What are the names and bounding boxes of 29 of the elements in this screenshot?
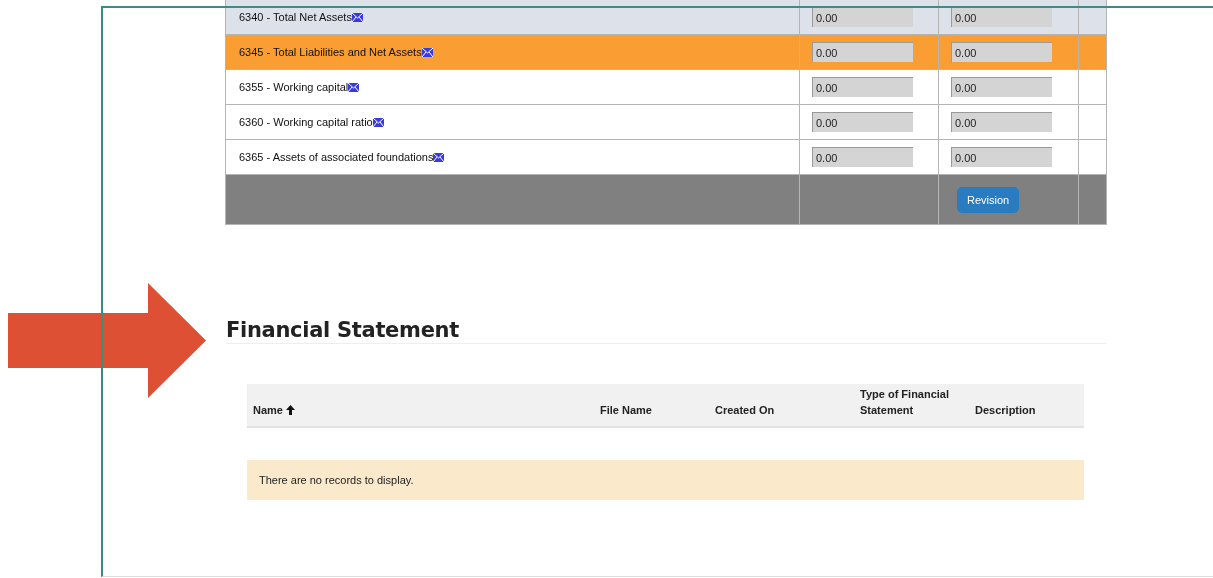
amount-field[interactable]: 0.00 bbox=[812, 77, 913, 97]
envelope-icon[interactable] bbox=[421, 48, 433, 57]
amount-field[interactable]: 0.00 bbox=[951, 147, 1052, 167]
envelope-icon[interactable] bbox=[372, 118, 384, 127]
account-label: 6340 - Total Net Assets bbox=[239, 11, 352, 23]
column-header[interactable]: File Name bbox=[594, 402, 709, 418]
amount-field[interactable]: 0.00 bbox=[812, 42, 913, 62]
amount-field[interactable]: 0.00 bbox=[951, 42, 1052, 62]
revision-button[interactable]: Revision bbox=[957, 186, 1020, 213]
empty-message: There are no records to display. bbox=[259, 474, 414, 486]
column-header[interactable]: Name bbox=[247, 402, 594, 418]
amount-field[interactable]: 0.00 bbox=[812, 7, 913, 27]
amount-field[interactable]: 0.00 bbox=[812, 112, 913, 132]
account-label: 6355 - Working capital bbox=[239, 81, 349, 93]
column-header[interactable]: Description bbox=[969, 402, 1084, 418]
amount-field[interactable]: 0.00 bbox=[812, 147, 913, 167]
section-heading: Financial Statement bbox=[226, 318, 1106, 344]
account-label: 6345 - Total Liabilities and Net Assets bbox=[239, 46, 422, 58]
envelope-icon[interactable] bbox=[348, 83, 360, 92]
column-header[interactable]: Created On bbox=[709, 402, 854, 418]
amount-field[interactable]: 0.00 bbox=[951, 77, 1052, 97]
amount-field[interactable]: 0.00 bbox=[951, 112, 1052, 132]
up-arrow-icon bbox=[286, 405, 296, 415]
envelope-icon[interactable] bbox=[351, 13, 363, 22]
amount-field[interactable]: 0.00 bbox=[951, 7, 1052, 27]
envelope-icon[interactable] bbox=[433, 153, 445, 162]
account-label: 6360 - Working capital ratio bbox=[239, 116, 373, 128]
account-label: 6365 - Assets of associated foundations bbox=[239, 151, 434, 163]
column-header[interactable]: Type of Financial Statement bbox=[854, 386, 960, 418]
